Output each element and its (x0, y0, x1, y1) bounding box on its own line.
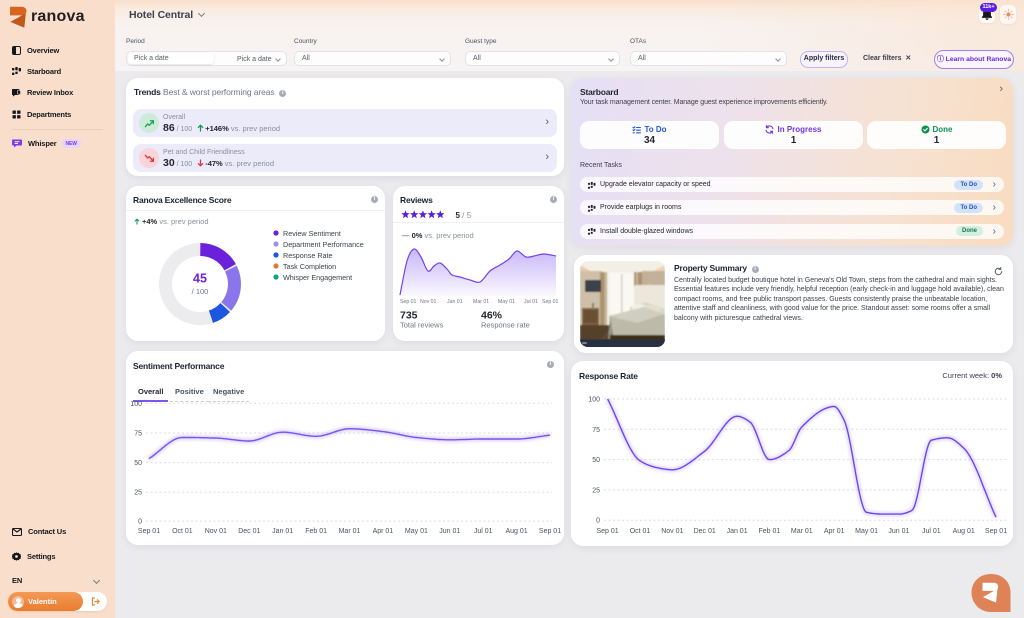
svg-text:Feb 01: Feb 01 (759, 528, 781, 535)
svg-text:50: 50 (592, 457, 600, 464)
svg-text:Jan 01: Jan 01 (727, 528, 748, 535)
svg-text:Apr 01: Apr 01 (373, 528, 394, 535)
svg-text:Dec 01: Dec 01 (238, 528, 260, 535)
svg-text:100: 100 (588, 397, 600, 404)
svg-text:Jan 01: Jan 01 (272, 528, 293, 535)
svg-text:Sep 01: Sep 01 (400, 299, 417, 305)
svg-text:May 01: May 01 (405, 528, 428, 535)
svg-text:Aug 01: Aug 01 (506, 528, 528, 535)
svg-text:Sep 01: Sep 01 (539, 528, 561, 535)
svg-text:75: 75 (134, 431, 142, 438)
svg-text:Feb 01: Feb 01 (305, 528, 327, 535)
svg-text:75: 75 (592, 427, 600, 434)
svg-text:Oct 01: Oct 01 (172, 528, 193, 535)
svg-text:0: 0 (138, 519, 142, 526)
svg-text:Sep 01: Sep 01 (597, 528, 619, 535)
svg-text:Jan 01: Jan 01 (447, 299, 463, 305)
svg-text:Nov 01: Nov 01 (205, 528, 227, 535)
svg-text:45: 45 (193, 272, 207, 286)
svg-text:25: 25 (592, 487, 600, 494)
svg-text:/ 100: / 100 (192, 287, 209, 296)
svg-text:100: 100 (130, 401, 142, 408)
svg-text:Dec 01: Dec 01 (694, 528, 716, 535)
svg-text:Mar 01: Mar 01 (473, 299, 489, 305)
svg-text:Sep 01: Sep 01 (542, 299, 559, 305)
svg-text:Review Sentiment: Review Sentiment (283, 229, 341, 238)
svg-text:Sep 01: Sep 01 (985, 528, 1007, 535)
svg-text:0: 0 (596, 518, 600, 525)
svg-text:Jun 01: Jun 01 (439, 528, 460, 535)
svg-text:25: 25 (134, 490, 142, 497)
svg-text:Nov 01: Nov 01 (420, 299, 437, 305)
svg-text:Aug 01: Aug 01 (953, 528, 975, 535)
svg-text:Mar 01: Mar 01 (339, 528, 361, 535)
svg-text:Task Completion: Task Completion (283, 262, 336, 271)
svg-text:Jul 01: Jul 01 (474, 528, 493, 535)
svg-text:Oct 01: Oct 01 (630, 528, 651, 535)
svg-text:Total reviews: Total reviews (400, 321, 444, 330)
svg-text:Jun 01: Jun 01 (888, 528, 909, 535)
svg-text:Response rate: Response rate (481, 321, 530, 330)
svg-text:Jul 01: Jul 01 (524, 299, 538, 305)
svg-text:Nov 01: Nov 01 (661, 528, 683, 535)
svg-text:Jul 01: Jul 01 (922, 528, 941, 535)
svg-text:Whisper Engagement: Whisper Engagement (283, 273, 352, 282)
svg-text:Mar 01: Mar 01 (791, 528, 813, 535)
svg-text:50: 50 (134, 460, 142, 467)
svg-text:Apr 01: Apr 01 (824, 528, 845, 535)
svg-text:Sep 01: Sep 01 (138, 528, 160, 535)
svg-text:May 01: May 01 (855, 528, 878, 535)
svg-text:Department Performance: Department Performance (283, 240, 364, 249)
svg-text:Response Rate: Response Rate (283, 251, 333, 260)
svg-text:May 01: May 01 (498, 299, 515, 305)
